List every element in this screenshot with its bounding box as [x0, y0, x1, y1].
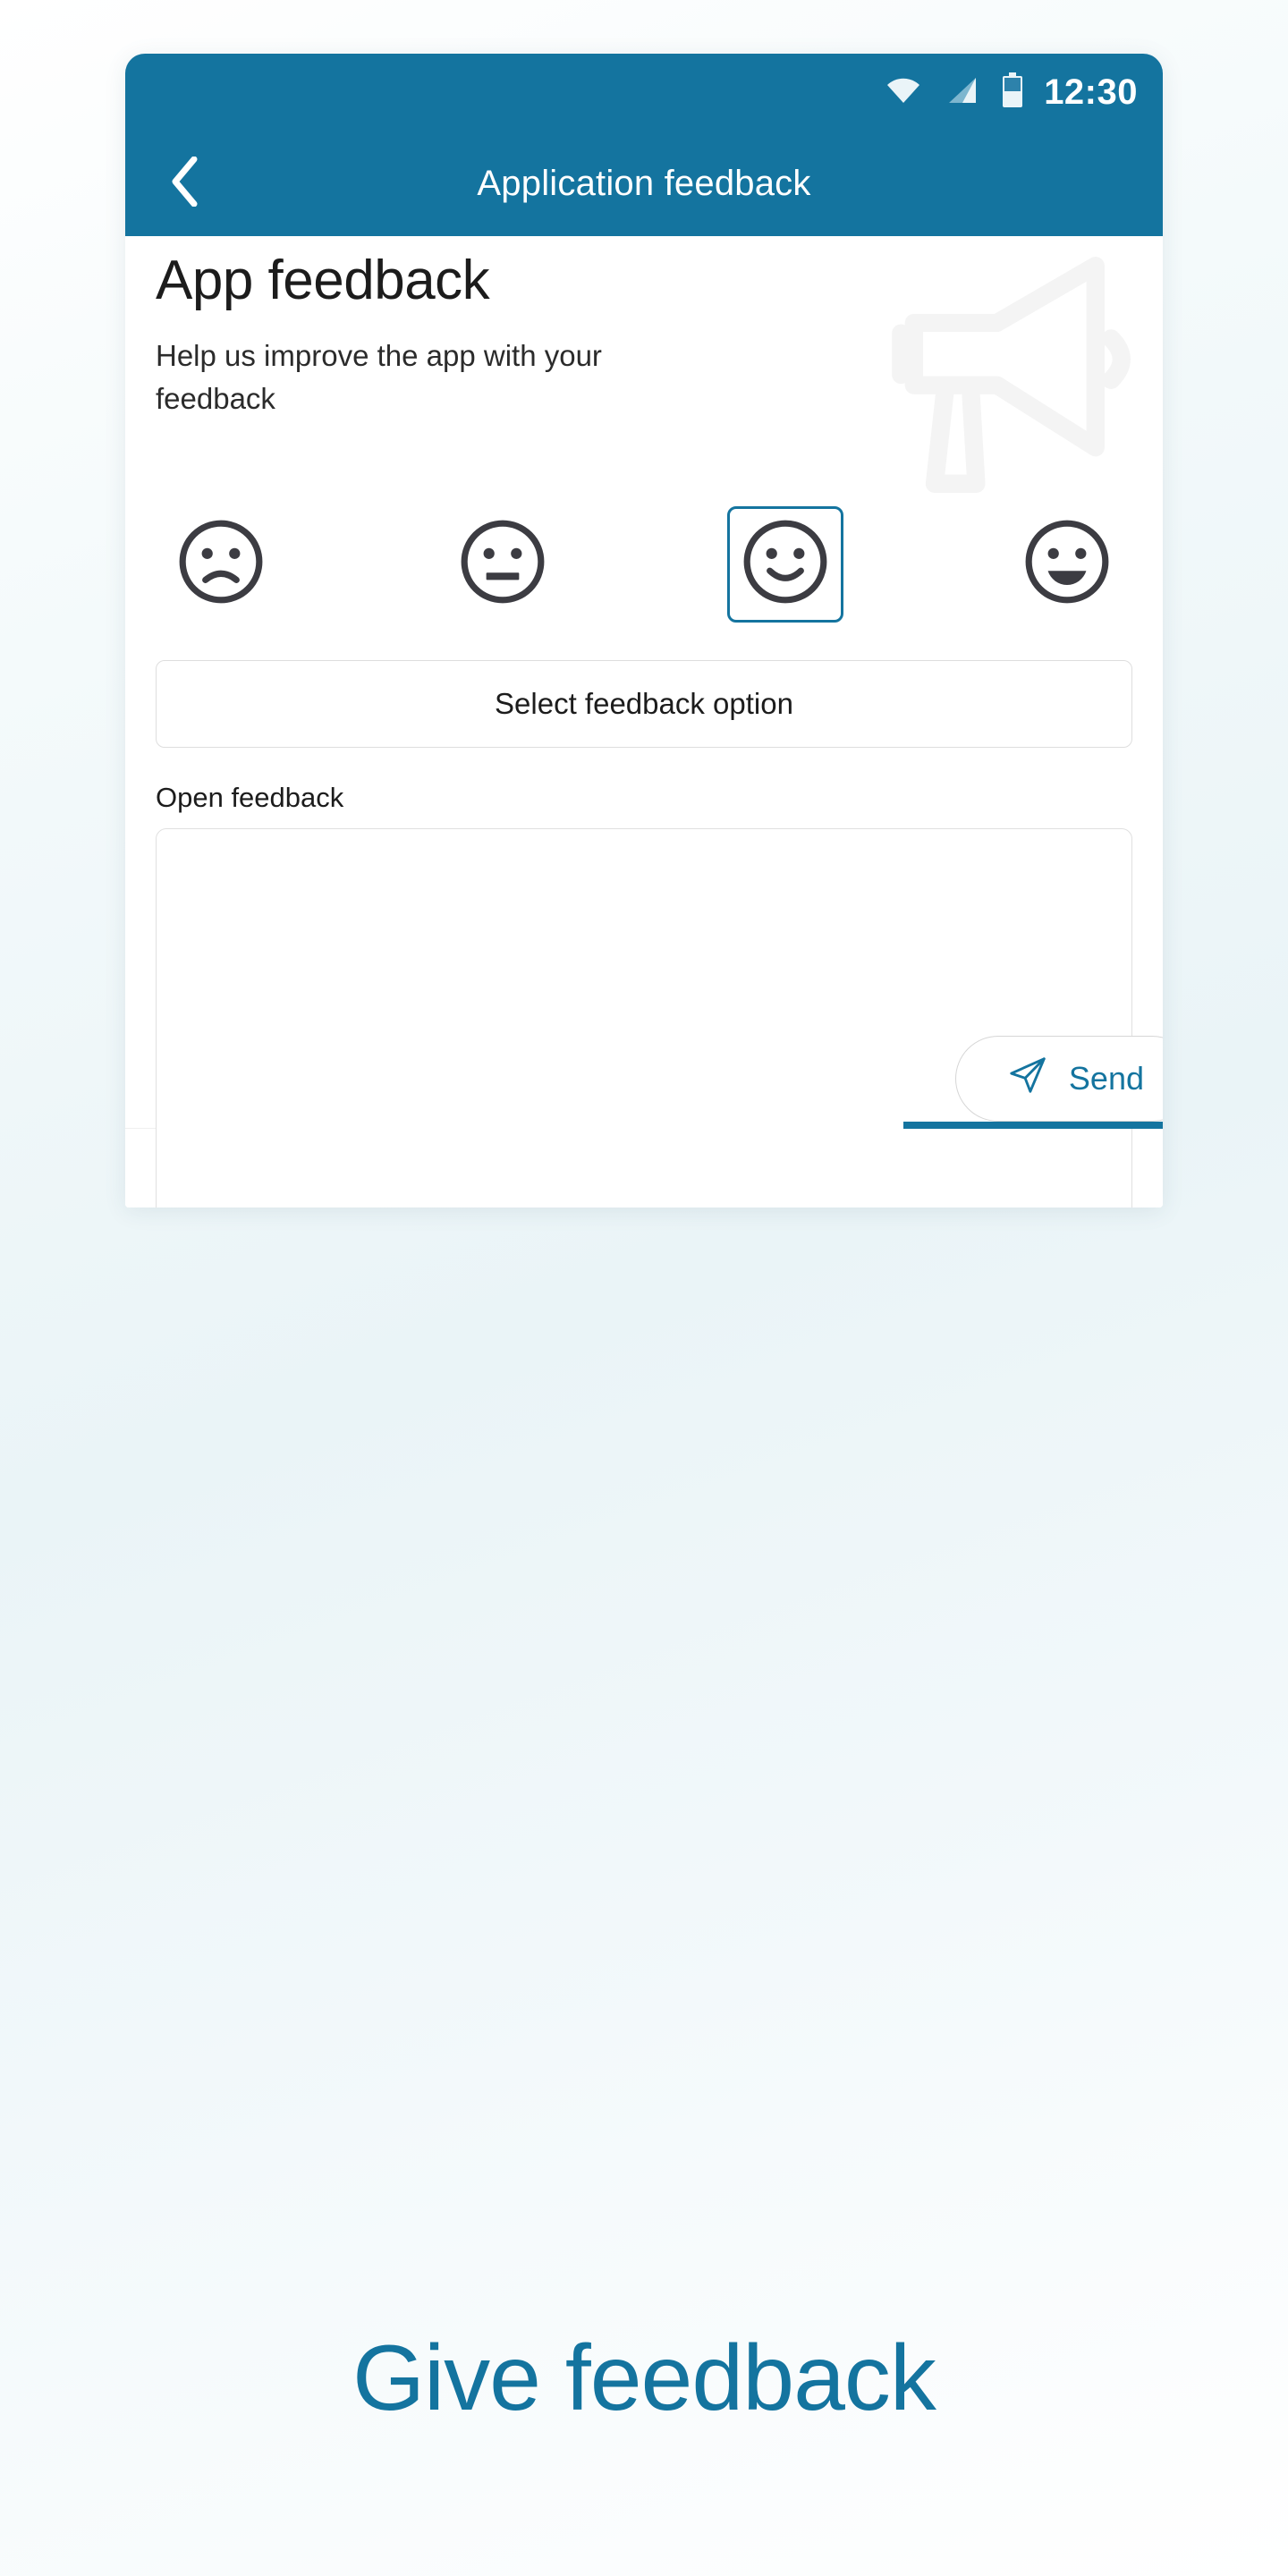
feedback-option-select-value: Select feedback option	[495, 686, 793, 720]
phone-mockup: 12:30 Application feedback App feedback …	[125, 54, 1163, 1208]
page-title: App feedback	[156, 250, 490, 311]
paper-plane-icon	[1006, 1054, 1049, 1105]
mood-selector	[156, 505, 1132, 623]
active-tab-indicator	[903, 1122, 1163, 1129]
mood-option-grin[interactable]	[1009, 506, 1125, 623]
send-button-wrap: Send	[954, 1036, 1163, 1122]
smile-face-icon	[740, 516, 831, 612]
status-icons	[885, 72, 1024, 113]
status-bar: 12:30	[125, 54, 1163, 131]
send-button[interactable]: Send	[954, 1036, 1163, 1122]
chevron-left-icon	[169, 156, 199, 211]
neutral-face-icon	[457, 516, 548, 612]
mood-option-sad[interactable]	[163, 506, 279, 623]
battery-icon	[1001, 72, 1024, 113]
status-time: 12:30	[1044, 72, 1138, 112]
mood-option-smile[interactable]	[726, 505, 843, 623]
sad-face-icon	[175, 516, 267, 612]
app-bar: Application feedback	[125, 131, 1163, 236]
grin-face-icon	[1021, 516, 1113, 612]
feedback-option-select[interactable]: Select feedback option	[156, 659, 1132, 748]
screen-content: App feedback Help us improve the app wit…	[125, 250, 1163, 1208]
open-feedback-label: Open feedback	[156, 781, 344, 813]
back-button[interactable]	[159, 156, 209, 211]
caption: Give feedback	[352, 2326, 936, 2430]
cellular-signal-icon	[945, 76, 978, 109]
wifi-icon	[885, 76, 922, 109]
page-subtitle: Help us improve the app with your feedba…	[156, 339, 602, 416]
mood-option-neutral[interactable]	[445, 506, 561, 623]
send-button-label: Send	[1068, 1060, 1144, 1097]
open-feedback-textarea[interactable]	[156, 827, 1132, 1208]
app-bar-title: Application feedback	[477, 163, 811, 203]
